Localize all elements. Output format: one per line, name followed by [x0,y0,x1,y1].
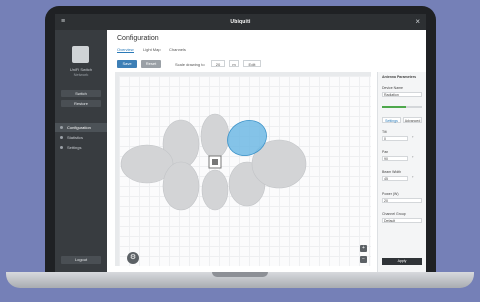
reset-button[interactable]: Reset [141,60,161,68]
device-subtitle: Network [73,72,89,77]
close-icon[interactable]: × [415,17,420,26]
laptop-notch [212,272,268,277]
panel-title: Antenna Parameters [382,75,417,79]
switch-button[interactable]: Switch [61,90,101,97]
power-field[interactable]: 20 [382,198,422,203]
tab-channels[interactable]: Channels [169,47,186,52]
sidebar-item-settings[interactable]: Settings [55,143,107,152]
device-icon [72,46,89,63]
save-button[interactable]: Save [117,60,137,68]
app-title: Ubiquiti [230,19,251,25]
apply-button[interactable]: Apply [382,258,422,265]
scale-label: Scale drawing to [175,62,205,67]
toolbar: Save Reset Scale drawing to 20 m Edit [117,59,417,69]
power-label: Power (W) [382,192,399,196]
sidebar: UniFi Switch Network Switch Restore Conf… [55,30,107,272]
signal-progress [382,106,422,108]
restore-button[interactable]: Restore [61,100,101,107]
channel-label: Channel Group [382,212,406,216]
properties-panel: Antenna Parameters Device Name Radiation… [377,72,426,272]
coverage-zone[interactable] [201,169,229,211]
beam-width-label: Beam Width [382,170,402,174]
sidebar-item-label: Statistics [67,135,84,140]
sidebar-item-label: Settings [67,145,82,150]
zoom-out-icon[interactable]: − [360,256,367,263]
sidebar-item-configuration[interactable]: Configuration [55,123,107,132]
app-screen: ≡ Ubiquiti × UniFi Switch Network Switch… [55,14,426,272]
tilt-label: Tilt [382,130,387,134]
panel-tabs: Settings Advanced [382,117,422,123]
edit-button[interactable]: Edit [243,60,261,67]
beam-width-field[interactable]: 45 [382,176,408,181]
tilt-field[interactable]: 0 [382,136,408,141]
tab-light-map[interactable]: Light Map [143,47,161,52]
tilt-unit: ° [412,136,414,140]
tab-panel-advanced[interactable]: Advanced [403,117,422,123]
pan-label: Pan [382,150,389,154]
zoom-in-icon[interactable]: + [360,245,367,252]
floor-plan-canvas[interactable]: ⚙ + − [119,76,371,266]
coverage-zone[interactable] [200,113,230,159]
sidebar-item-label: Configuration [67,125,91,130]
signal-progress-fill [382,106,406,108]
sidebar-item-statistics[interactable]: Statistics [55,133,107,142]
coverage-zone[interactable] [162,161,200,211]
main-panel: Configuration Overview Light Map Channel… [107,30,426,272]
device-name-label: Device Name [382,86,404,90]
stats-icon [60,136,63,139]
gear-icon[interactable]: ⚙ [127,252,139,264]
scale-input[interactable]: 20 [211,60,225,67]
settings-icon [60,146,63,149]
beam-width-unit: ° [412,176,414,180]
tab-panel-settings[interactable]: Settings [382,117,401,123]
logout-button[interactable]: Logout [61,256,101,264]
channel-select[interactable]: Default [382,218,422,223]
unit-select[interactable]: m [229,60,239,67]
page-title: Configuration [117,35,159,42]
pan-field[interactable]: 90 [382,156,408,161]
title-bar: ≡ Ubiquiti × [55,14,426,30]
access-point-center [212,159,218,165]
config-icon [60,126,63,129]
device-name-field[interactable]: Radiation [382,92,422,97]
tab-overview[interactable]: Overview [117,47,134,53]
coverage-map[interactable] [119,76,371,266]
pan-unit: ° [412,156,414,160]
laptop-lid: ≡ Ubiquiti × UniFi Switch Network Switch… [45,6,436,280]
